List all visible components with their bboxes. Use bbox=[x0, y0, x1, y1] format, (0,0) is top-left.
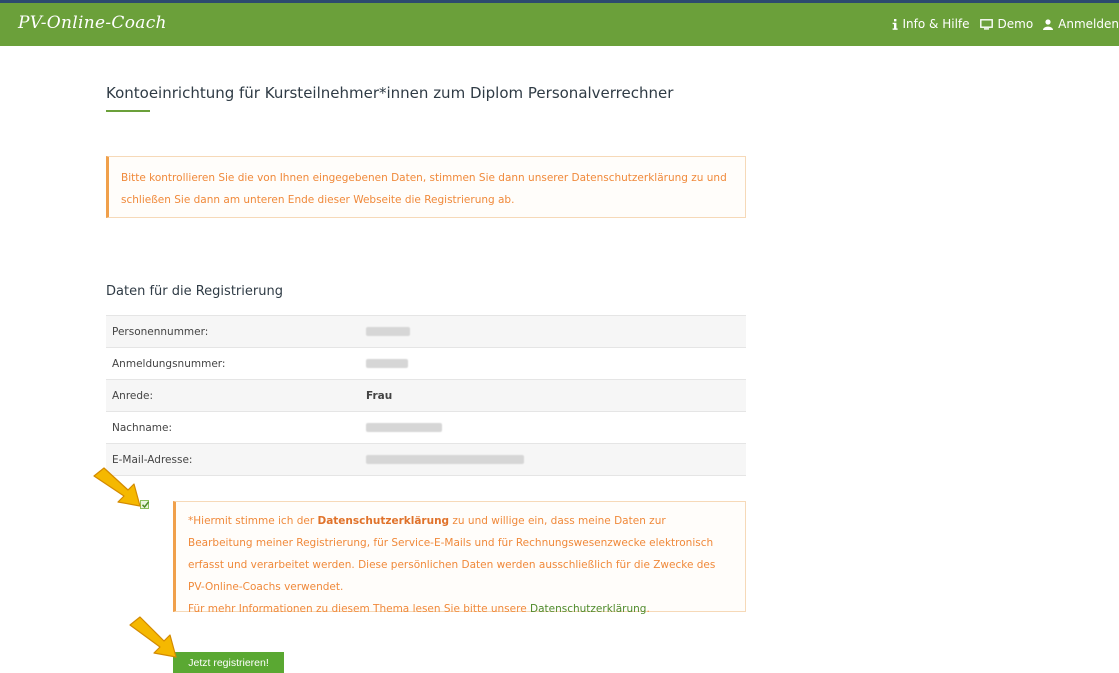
row-label: Anmeldungsnummer: bbox=[106, 347, 366, 380]
row-value-redacted bbox=[366, 411, 746, 444]
redacted-value bbox=[366, 455, 524, 464]
section-title: Daten für die Registrierung bbox=[106, 284, 283, 299]
page-title: Kontoeinrichtung für Kursteilnehmer*inne… bbox=[106, 84, 674, 102]
table-row: Anmeldungsnummer: bbox=[106, 347, 746, 380]
consent-info-prefix: Für mehr Informationen zu diesem Thema l… bbox=[188, 603, 530, 615]
redacted-value bbox=[366, 327, 410, 336]
consent-text-prefix: *Hiermit stimme ich der bbox=[188, 515, 318, 527]
row-label: Personennummer: bbox=[106, 315, 366, 348]
notice-box: Bitte kontrollieren Sie die von Ihnen ei… bbox=[106, 156, 746, 218]
nav-link-demo-label: Demo bbox=[997, 17, 1034, 31]
privacy-link-bold[interactable]: Datenschutzerklärung bbox=[317, 515, 449, 527]
row-label: Nachname: bbox=[106, 411, 366, 444]
table-row: E-Mail-Adresse: bbox=[106, 443, 746, 476]
register-button[interactable]: Jetzt registrieren! bbox=[173, 652, 284, 673]
consent-info-suffix: . bbox=[646, 603, 650, 615]
annotation-arrow-icon bbox=[129, 616, 177, 658]
nav-link-login-label: Anmelden bbox=[1058, 17, 1119, 31]
nav-link-login[interactable]: Anmelden bbox=[1043, 17, 1119, 31]
user-icon bbox=[1043, 18, 1054, 30]
registration-data-table: Personennummer: Anmeldungsnummer: Anrede… bbox=[106, 315, 746, 476]
nav-link-info[interactable]: Info & Hilfe bbox=[892, 17, 970, 31]
table-row: Nachname: bbox=[106, 411, 746, 444]
annotation-arrow-icon bbox=[93, 467, 141, 507]
notice-text: Bitte kontrollieren Sie die von Ihnen ei… bbox=[121, 172, 727, 206]
table-row: Anrede: Frau bbox=[106, 379, 746, 412]
title-underline bbox=[106, 110, 150, 112]
monitor-icon bbox=[979, 18, 993, 30]
table-row: Personennummer: bbox=[106, 315, 746, 348]
privacy-link[interactable]: Datenschutzerklärung bbox=[530, 603, 646, 615]
redacted-value bbox=[366, 423, 442, 432]
row-value-redacted bbox=[366, 443, 746, 476]
navbar: PV-Online-Coach Info & Hilfe Demo Anmeld… bbox=[0, 3, 1119, 46]
row-label: Anrede: bbox=[106, 379, 366, 412]
consent-box: *Hiermit stimme ich der Datenschutzerklä… bbox=[173, 501, 746, 615]
row-value: Frau bbox=[366, 379, 746, 412]
info-icon bbox=[892, 18, 898, 30]
redacted-value bbox=[366, 359, 408, 368]
row-value-redacted bbox=[366, 347, 746, 380]
nav-link-info-label: Info & Hilfe bbox=[902, 17, 970, 31]
nav-links: Info & Hilfe Demo Anmelden bbox=[892, 17, 1119, 31]
row-value-redacted bbox=[366, 315, 746, 348]
brand-logo[interactable]: PV-Online-Coach bbox=[18, 13, 167, 33]
nav-link-demo[interactable]: Demo bbox=[979, 17, 1034, 31]
